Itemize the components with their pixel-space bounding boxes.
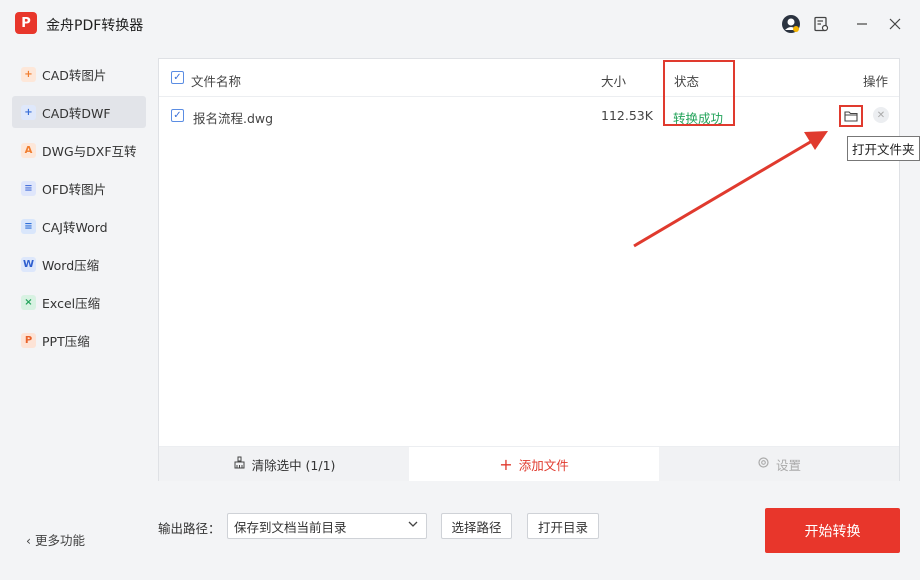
excel-compress-icon: × bbox=[21, 294, 36, 310]
broom-icon bbox=[233, 456, 246, 473]
chevron-left-icon: ‹ bbox=[26, 533, 31, 548]
more-features-link[interactable]: ‹ 更多功能 bbox=[26, 530, 85, 549]
output-path-label: 输出路径： bbox=[158, 521, 221, 536]
row-checkbox[interactable]: ✓ bbox=[171, 109, 184, 122]
folder-icon bbox=[844, 111, 858, 122]
sidebar-item-excel-compress[interactable]: × Excel压缩 bbox=[12, 286, 146, 318]
caj-word-icon: ≡ bbox=[21, 218, 36, 234]
start-convert-button[interactable]: 开始转换 bbox=[765, 508, 900, 553]
header-file-name: 文件名称 bbox=[191, 74, 242, 89]
sidebar-item-ppt-compress[interactable]: P PPT压缩 bbox=[12, 324, 146, 356]
user-avatar-icon[interactable] bbox=[780, 13, 802, 35]
status-badge: 转换成功 bbox=[673, 111, 724, 126]
sidebar-item-word-compress[interactable]: W Word压缩 bbox=[12, 248, 146, 280]
add-file-button[interactable]: + 添加文件 bbox=[409, 447, 659, 481]
close-window-icon[interactable] bbox=[884, 13, 906, 35]
sidebar-item-label: CAD转图片 bbox=[42, 67, 107, 83]
cad-dwf-icon: + bbox=[21, 104, 36, 120]
select-all-checkbox[interactable]: ✓ bbox=[171, 71, 184, 84]
sidebar-item-label: Word压缩 bbox=[42, 257, 100, 273]
sidebar-item-cad-image[interactable]: + CAD转图片 bbox=[12, 58, 146, 90]
ppt-compress-icon: P bbox=[21, 332, 36, 348]
output-path-select[interactable]: 保存到文档当前目录 bbox=[227, 513, 427, 539]
file-size: 112.53K bbox=[601, 108, 653, 123]
sidebar-item-ofd-image[interactable]: ≡ OFD转图片 bbox=[12, 172, 146, 204]
plus-icon: + bbox=[499, 454, 513, 474]
remove-file-button[interactable]: ✕ bbox=[873, 107, 889, 123]
settings-button[interactable]: 设置 bbox=[659, 447, 899, 481]
choose-path-button[interactable]: 选择路径 bbox=[441, 513, 512, 539]
sidebar-item-cad-dwf[interactable]: + CAD转DWF bbox=[12, 96, 146, 128]
dwg-dxf-icon: A bbox=[21, 142, 36, 158]
feedback-icon[interactable] bbox=[810, 13, 832, 35]
header-size: 大小 bbox=[601, 74, 627, 89]
gear-icon bbox=[757, 456, 770, 473]
cad-image-icon: + bbox=[21, 66, 36, 82]
chevron-down-icon bbox=[408, 519, 418, 532]
open-folder-tooltip: 打开文件夹 bbox=[847, 136, 920, 161]
panel-toolbar: 清除选中 (1/1) + 添加文件 设置 bbox=[159, 446, 899, 481]
header-action: 操作 bbox=[863, 74, 889, 89]
sidebar-item-label: CAD转DWF bbox=[42, 105, 111, 121]
sidebar-item-dwg-dxf[interactable]: A DWG与DXF互转 bbox=[12, 134, 146, 166]
app-title: 金舟PDF转换器 bbox=[46, 18, 144, 34]
add-file-label: 添加文件 bbox=[518, 457, 569, 473]
sidebar-item-label: OFD转图片 bbox=[42, 181, 107, 197]
output-path-value: 保存到文档当前目录 bbox=[234, 519, 347, 535]
file-name: 报名流程.dwg bbox=[193, 111, 274, 126]
settings-label: 设置 bbox=[775, 457, 801, 473]
ofd-image-icon: ≡ bbox=[21, 180, 36, 196]
table-header: ✓ 文件名称 大小 状态 操作 bbox=[159, 59, 899, 97]
sidebar-item-label: DWG与DXF互转 bbox=[42, 143, 137, 159]
word-compress-icon: W bbox=[21, 256, 36, 272]
more-features-label: 更多功能 bbox=[35, 533, 86, 548]
open-directory-button[interactable]: 打开目录 bbox=[527, 513, 599, 539]
app-logo: P bbox=[15, 12, 37, 34]
sidebar-item-label: CAJ转Word bbox=[42, 219, 108, 235]
clear-selected-button[interactable]: 清除选中 (1/1) bbox=[159, 447, 409, 481]
header-status: 状态 bbox=[674, 74, 700, 89]
open-folder-button[interactable] bbox=[839, 105, 863, 127]
minimize-icon[interactable] bbox=[851, 13, 873, 35]
sidebar-item-caj-word[interactable]: ≡ CAJ转Word bbox=[12, 210, 146, 242]
sidebar-item-label: Excel压缩 bbox=[42, 295, 101, 311]
title-bar: P 金舟PDF转换器 bbox=[0, 0, 920, 48]
file-list-panel: ✓ 文件名称 大小 状态 操作 ✓ 报名流程.dwg 112.53K 转换成功 … bbox=[158, 58, 900, 481]
sidebar-item-label: PPT压缩 bbox=[42, 333, 90, 349]
clear-selected-label: 清除选中 (1/1) bbox=[251, 457, 336, 473]
